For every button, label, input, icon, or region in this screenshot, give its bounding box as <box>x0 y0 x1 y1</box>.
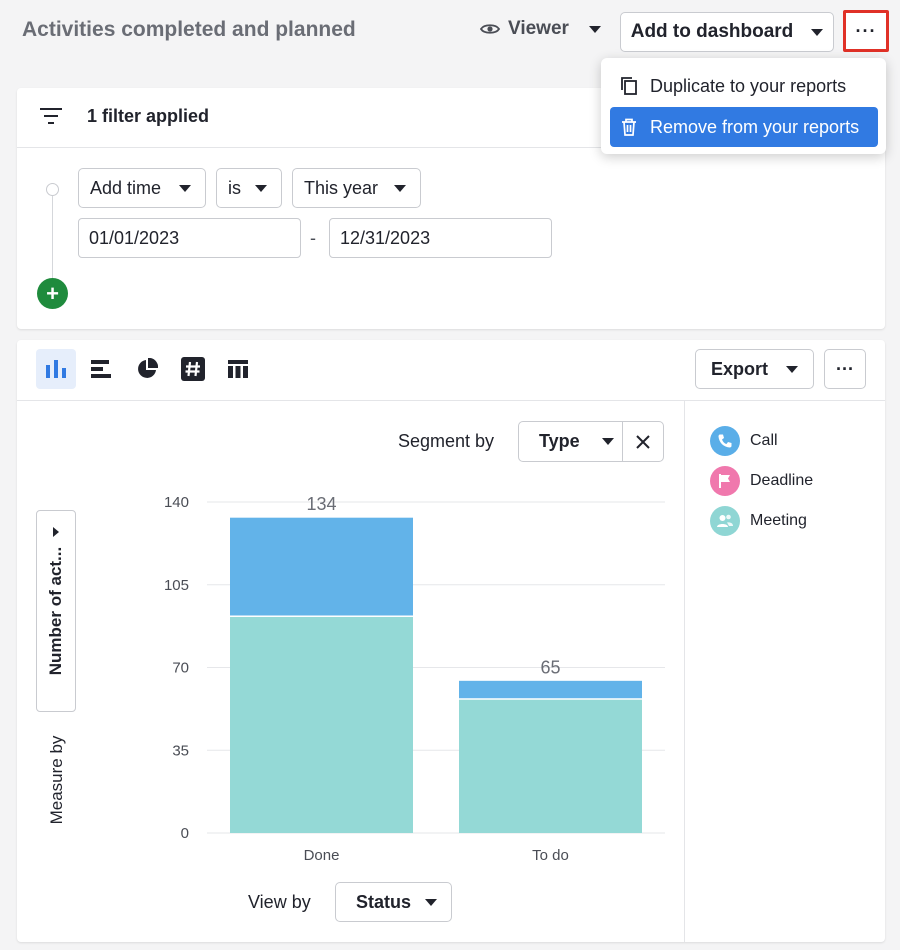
y-tick-label: 35 <box>172 742 189 759</box>
more-icon: ··· <box>836 358 854 379</box>
filter-operator-value: is <box>228 177 241 198</box>
timeline-dot <box>46 183 59 196</box>
y-tick-label: 0 <box>181 825 189 842</box>
add-to-dashboard-button[interactable]: Add to dashboard <box>620 12 834 52</box>
add-to-dashboard-label: Add to dashboard <box>630 21 794 42</box>
chart-type-table[interactable] <box>218 349 258 389</box>
menu-item-duplicate[interactable]: Duplicate to your reports <box>610 66 878 106</box>
chart-type-horizontal-bar[interactable] <box>81 349 121 389</box>
bar-chart-icon <box>46 360 66 378</box>
menu-item-label: Remove from your reports <box>650 116 860 137</box>
menu-item-label: Duplicate to your reports <box>650 75 847 96</box>
bar-segment <box>459 699 642 833</box>
bar-segment <box>230 616 413 833</box>
view-by-select[interactable]: Status <box>335 882 452 922</box>
filter-field-select[interactable]: Add time <box>78 168 206 208</box>
segment-by-control: Type <box>518 421 664 462</box>
date-from-field[interactable]: 01/01/2023 <box>78 218 301 258</box>
add-filter-button[interactable]: + <box>37 278 68 309</box>
y-tick-label: 140 <box>164 494 189 511</box>
measure-by-value: Number of act... <box>46 546 65 676</box>
chart-panel: Export ··· Segment by Type Number of act… <box>17 340 885 942</box>
date-from-value: 01/01/2023 <box>89 227 180 248</box>
phone-icon <box>710 426 740 456</box>
bar-segment <box>230 517 413 616</box>
legend-label: Deadline <box>750 472 814 489</box>
viewer-label: Viewer <box>508 18 569 39</box>
chevron-down-icon <box>425 899 437 906</box>
chart-more-button[interactable]: ··· <box>824 349 866 389</box>
chevron-right-icon <box>53 527 59 537</box>
pie-chart-icon <box>138 358 158 378</box>
legend-label: Meeting <box>750 512 807 529</box>
segment-by-value: Type <box>539 431 580 451</box>
page-title: Activities completed and planned <box>22 18 356 41</box>
legend-item-meeting: Meeting <box>710 506 807 536</box>
timeline-line <box>52 196 53 278</box>
chart-type-bar[interactable] <box>36 349 76 389</box>
export-button[interactable]: Export <box>695 349 814 389</box>
flag-icon <box>710 466 740 496</box>
measure-by-label: Measure by <box>47 735 66 825</box>
view-by-label: View by <box>248 892 311 912</box>
bar-chart: 0 35 70 105 140 134 Done 65 To do <box>164 494 665 864</box>
view-by-value: Status <box>356 891 412 912</box>
number-icon <box>181 357 205 381</box>
horizontal-bar-icon <box>91 360 111 378</box>
segment-by-label: Segment by <box>398 431 495 451</box>
x-tick-label: Done <box>304 847 340 864</box>
bar-total-label: 134 <box>306 494 336 514</box>
chart-type-number[interactable] <box>173 349 213 389</box>
chevron-down-icon <box>811 28 824 36</box>
date-separator: - <box>310 228 316 248</box>
eye-icon <box>480 24 500 34</box>
chart-type-pie[interactable] <box>127 349 167 389</box>
chevron-down-icon <box>786 365 798 373</box>
measure-by-select[interactable]: Number of act... <box>36 510 76 712</box>
menu-item-remove[interactable]: Remove from your reports <box>610 107 878 147</box>
filter-field-value: Add time <box>90 177 162 198</box>
more-icon: ··· <box>855 20 877 41</box>
bar-total-label: 65 <box>540 657 560 677</box>
chevron-down-icon <box>588 25 601 33</box>
chevron-down-icon <box>394 185 406 192</box>
close-icon <box>636 434 650 449</box>
chart-toolbar: Export ··· <box>17 340 885 401</box>
export-label: Export <box>710 358 768 379</box>
people-icon <box>710 506 740 536</box>
filter-value-value: This year <box>304 177 379 198</box>
segment-by-select[interactable]: Type <box>519 422 623 461</box>
plus-icon: + <box>46 280 59 306</box>
legend-item-deadline: Deadline <box>710 466 813 496</box>
legend-divider <box>684 401 685 942</box>
x-tick-label: To do <box>532 847 569 864</box>
more-options-button[interactable]: ··· <box>843 10 889 52</box>
y-tick-label: 105 <box>164 577 189 594</box>
report-options-menu: Duplicate to your reports Remove from yo… <box>601 58 886 154</box>
table-icon <box>228 360 248 378</box>
viewer-dropdown[interactable]: Viewer <box>480 18 601 40</box>
clear-segment-button[interactable] <box>623 422 663 461</box>
chevron-down-icon <box>179 185 191 192</box>
filter-count: 1 filter applied <box>87 106 210 126</box>
filter-icon <box>40 108 62 124</box>
legend-item-call: Call <box>710 426 778 456</box>
bar-segment <box>459 680 642 699</box>
date-to-value: 12/31/2023 <box>340 227 431 248</box>
filter-value-select[interactable]: This year <box>292 168 421 208</box>
date-to-field[interactable]: 12/31/2023 <box>329 218 552 258</box>
legend-label: Call <box>750 432 778 449</box>
chevron-down-icon <box>601 438 614 445</box>
trash-icon <box>622 118 636 136</box>
chevron-down-icon <box>255 185 267 192</box>
y-tick-label: 70 <box>172 660 189 677</box>
filter-operator-select[interactable]: is <box>216 168 282 208</box>
copy-icon <box>621 77 637 95</box>
